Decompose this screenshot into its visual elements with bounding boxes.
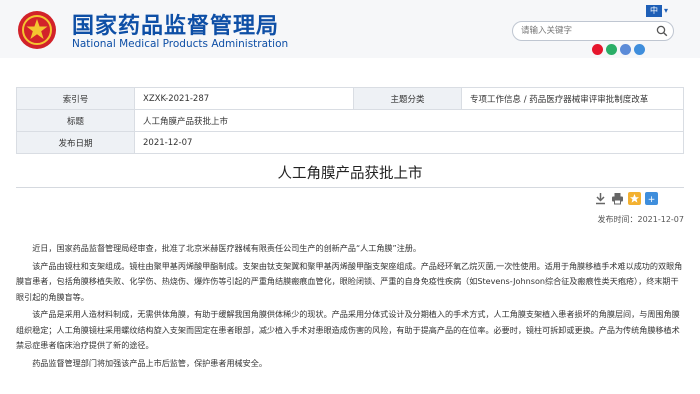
index-label: 索引号 — [16, 87, 135, 110]
print-icon[interactable] — [611, 192, 624, 205]
site-header: 国家药品监督管理局 National Medical Products Admi… — [0, 0, 700, 58]
site-title[interactable]: 国家药品监督管理局 — [72, 8, 279, 40]
article-paragraph: 该产品由镜柱和支架组成。镜柱由聚甲基丙烯酸甲酯制成。支架由钛支架翼和聚甲基丙烯酸… — [16, 260, 683, 302]
social-links — [592, 44, 645, 55]
svg-text:+: + — [648, 195, 656, 205]
date-label: 发布日期 — [16, 131, 135, 154]
article-body: 近日，国家药品监督管理局经审查，批准了北京米赫医疗器械有限责任公司生产的创新产品… — [16, 241, 684, 371]
category-value: 专项工作信息 / 药品医疗器械审评审批制度改革 — [461, 87, 684, 110]
share-icon[interactable]: + — [645, 192, 658, 205]
article-paragraph: 该产品是采用人造材料制成，无需供体角膜，有助于缓解我国角膜供体稀少的现状。产品采… — [16, 309, 680, 350]
index-value: XZXK-2021-287 — [134, 87, 354, 110]
category-label: 主题分类 — [353, 87, 462, 110]
chevron-down-icon[interactable]: ▾ — [664, 5, 668, 17]
article-paragraph: 近日，国家药品监督管理局经审查，批准了北京米赫医疗器械有限责任公司生产的创新产品… — [32, 243, 421, 253]
national-emblem-icon — [18, 11, 56, 49]
article-title: 人工角膜产品获批上市 — [277, 166, 423, 182]
divider — [16, 187, 684, 188]
article-paragraph: 药品监督管理部门将加强该产品上市后监管，保护患者用械安全。 — [32, 357, 267, 368]
document-meta-table: 索引号 XZXK-2021-287 主题分类 专项工作信息 / 药品医疗器械审评… — [16, 87, 684, 154]
weibo-icon[interactable] — [592, 44, 603, 55]
publish-time: 发布时间：2021-12-07 — [597, 215, 685, 224]
download-icon[interactable] — [594, 192, 607, 205]
title-label: 标题 — [16, 109, 135, 132]
app-icon[interactable] — [634, 44, 645, 55]
miniprogram-icon[interactable] — [620, 44, 631, 55]
site-title-en[interactable]: National Medical Products Administration — [72, 38, 288, 50]
meta-row: 发布日期 2021-12-07 — [16, 131, 684, 154]
article-tools: + — [594, 192, 658, 205]
search-input[interactable] — [521, 23, 651, 39]
search-icon[interactable] — [656, 25, 668, 37]
star-icon[interactable] — [628, 192, 641, 205]
title-value: 人工角膜产品获批上市 — [134, 109, 684, 132]
date-value: 2021-12-07 — [134, 131, 684, 154]
search-box — [512, 21, 674, 41]
language-switch-button[interactable]: 中 — [646, 5, 662, 17]
wechat-icon[interactable] — [606, 44, 617, 55]
meta-row: 索引号 XZXK-2021-287 主题分类 专项工作信息 / 药品医疗器械审评… — [16, 87, 684, 110]
meta-row: 标题 人工角膜产品获批上市 — [16, 109, 684, 132]
